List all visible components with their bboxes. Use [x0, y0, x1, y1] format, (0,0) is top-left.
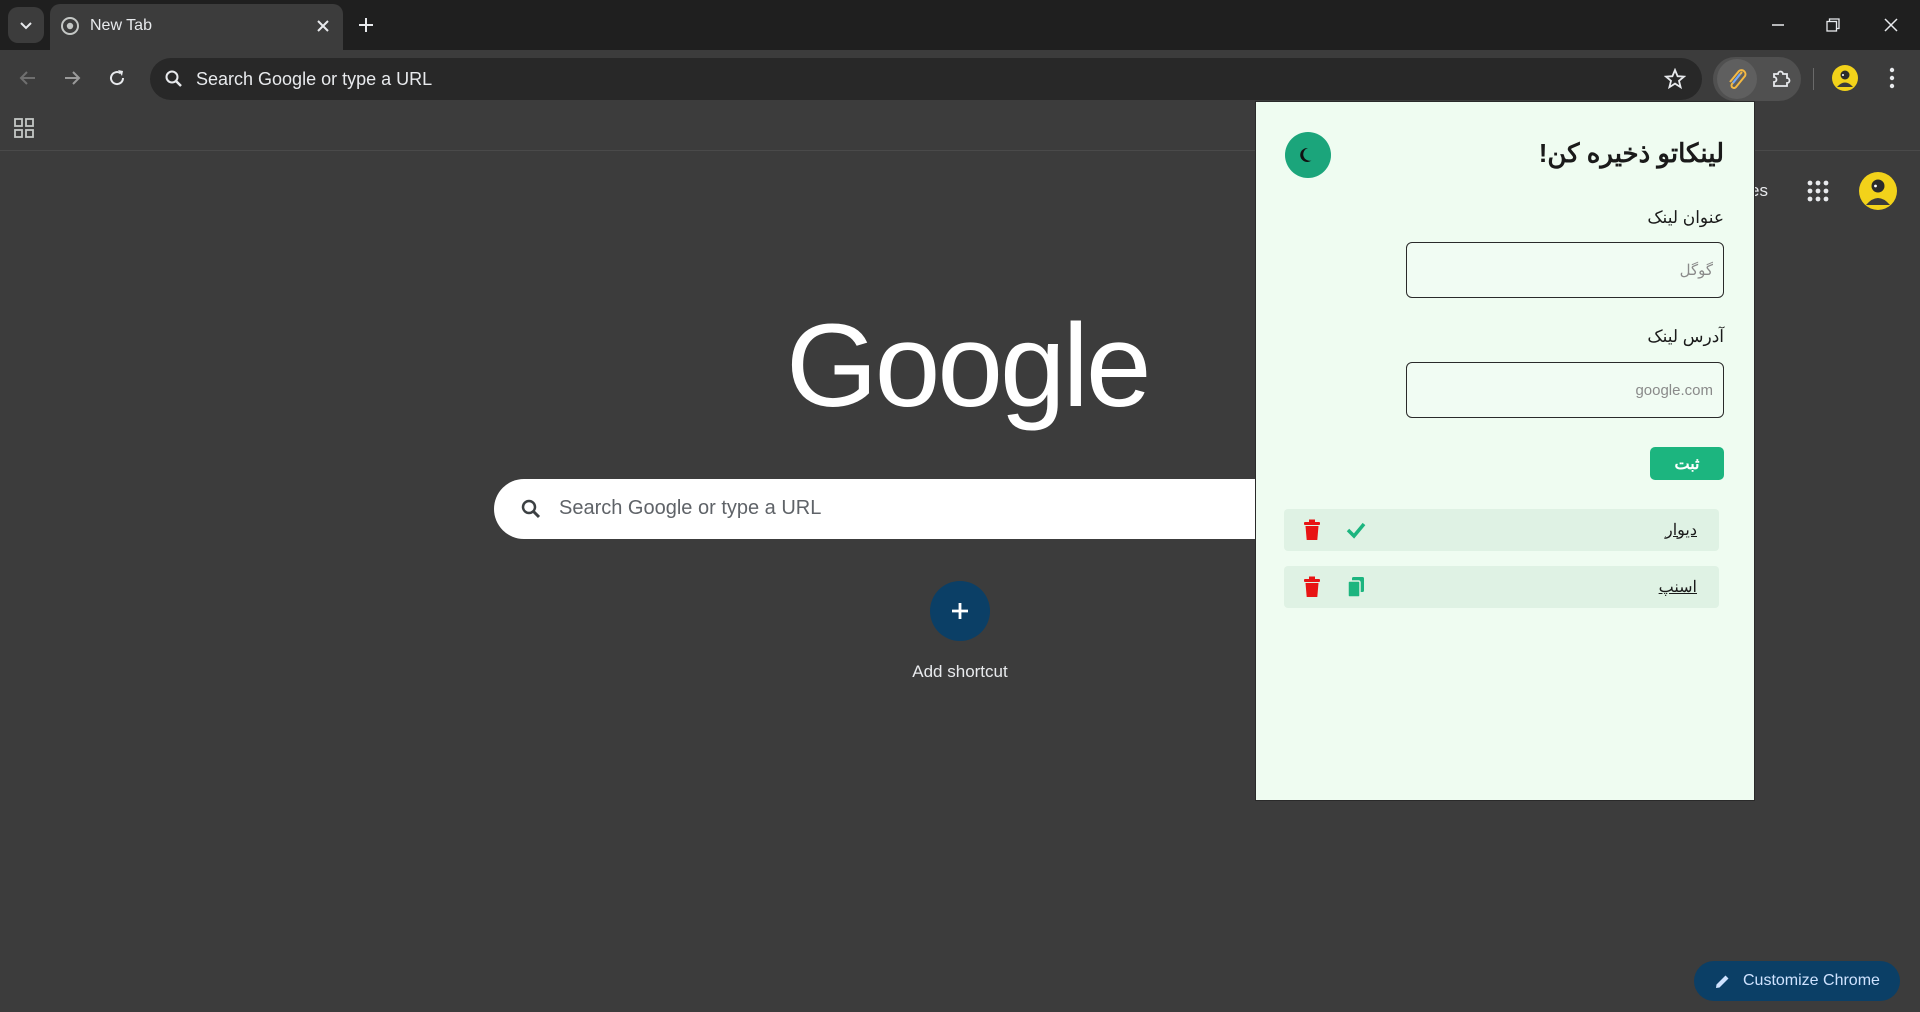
link-row: اسنپ [1284, 566, 1719, 608]
trash-icon[interactable] [1300, 575, 1324, 599]
check-icon[interactable] [1344, 518, 1368, 542]
reload-icon [110, 70, 125, 86]
tab-strip: New Tab [0, 0, 1920, 50]
forward-button[interactable] [54, 60, 90, 96]
close-icon [1884, 18, 1898, 32]
puzzle-icon [1773, 70, 1791, 87]
paperclip-icon [1729, 69, 1747, 89]
link-saver-popup: لینکاتو ذخیره کن! عنوان لینک گوگل آدرس ل… [1255, 101, 1755, 801]
link-row: دیوار [1284, 509, 1719, 551]
extensions-button[interactable] [1763, 60, 1799, 96]
moon-icon [1300, 147, 1312, 162]
tab-new-tab[interactable]: New Tab [50, 4, 343, 50]
close-icon[interactable] [314, 17, 332, 35]
grid-icon [14, 118, 34, 138]
customize-chrome-button[interactable]: Customize Chrome [1694, 961, 1900, 1001]
apps-shortcut[interactable] [6, 110, 42, 146]
title-field-label: عنوان لینک [1647, 208, 1724, 227]
popup-title: لینکاتو ذخیره کن! [1538, 138, 1724, 168]
minimize-button[interactable] [1763, 10, 1793, 40]
toolbar: Search Google or type a URL [0, 50, 1920, 106]
profile-avatar[interactable] [1827, 60, 1863, 96]
google-apps-button[interactable] [1799, 172, 1837, 210]
restore-icon [1826, 18, 1840, 32]
link-title[interactable]: دیوار [1665, 520, 1697, 540]
title-input-placeholder: گوگل [1679, 262, 1713, 279]
url-input-placeholder: google.com [1635, 381, 1713, 399]
trash-icon[interactable] [1300, 518, 1324, 542]
google-logo: Google [786, 300, 1152, 432]
omnibox-text: Search Google or type a URL [196, 69, 433, 89]
url-field-label: آدرس لینک [1647, 327, 1724, 346]
copy-icon[interactable] [1344, 575, 1368, 599]
ntp-account-avatar[interactable] [1857, 170, 1899, 212]
apps-grid-icon [1807, 180, 1829, 202]
theme-toggle-button[interactable] [1285, 132, 1331, 178]
arrow-left-icon [19, 71, 35, 85]
add-shortcut-button[interactable] [930, 581, 990, 641]
url-input[interactable]: google.com [1406, 362, 1724, 418]
reload-button[interactable] [99, 60, 135, 96]
back-button[interactable] [10, 60, 46, 96]
add-shortcut-label[interactable]: Add shortcut [880, 662, 1040, 682]
chrome-icon [61, 17, 79, 35]
minimize-icon [1772, 24, 1784, 26]
window-close-button[interactable] [1876, 10, 1906, 40]
submit-button[interactable]: ثبت [1650, 447, 1724, 480]
star-icon[interactable] [1664, 68, 1686, 90]
arrow-right-icon [65, 71, 81, 85]
tab-search-button[interactable] [8, 7, 44, 43]
toolbar-divider [1813, 68, 1814, 90]
ntp-search-box[interactable]: Search Google or type a URL [494, 479, 1284, 539]
chevron-down-icon [20, 22, 32, 30]
ntp-search-placeholder: Search Google or type a URL [559, 497, 822, 519]
link-title[interactable]: اسنپ [1659, 577, 1697, 597]
pencil-icon [1716, 975, 1729, 988]
menu-button[interactable] [1874, 60, 1910, 96]
tab-title: New Tab [90, 17, 152, 34]
avatar-icon [1859, 172, 1897, 210]
search-icon [165, 70, 182, 87]
title-input[interactable]: گوگل [1406, 242, 1724, 298]
new-tab-button[interactable] [348, 7, 384, 43]
plus-icon [359, 18, 373, 32]
customize-chrome-label: Customize Chrome [1743, 972, 1880, 989]
restore-button[interactable] [1818, 10, 1848, 40]
search-icon [521, 499, 541, 519]
plus-icon [952, 603, 968, 619]
avatar-icon [1832, 65, 1858, 91]
kebab-menu-icon [1889, 67, 1895, 89]
link-saver-extension-button[interactable] [1717, 59, 1757, 99]
omnibox[interactable]: Search Google or type a URL [150, 58, 1702, 100]
